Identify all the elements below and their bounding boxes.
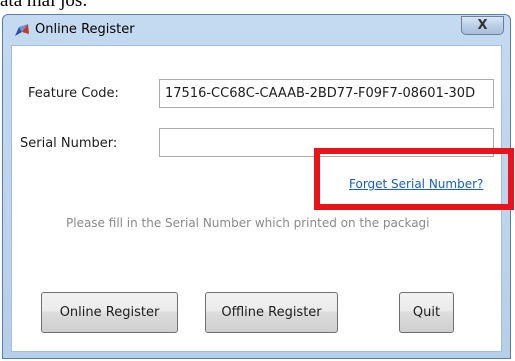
close-button[interactable]: X: [461, 16, 504, 35]
feature-code-field[interactable]: 17516-CC68C-CAAAB-2BD77-F09F7-08601-30D: [159, 79, 494, 108]
annotation-highlight-box: [314, 148, 514, 210]
app-icon: [15, 24, 29, 36]
background-caption-text: ata mai jos:: [0, 0, 88, 11]
instruction-text: Please fill in the Serial Number which p…: [66, 216, 430, 230]
close-icon: X: [477, 18, 488, 33]
feature-code-label: Feature Code:: [28, 86, 119, 101]
offline-register-button[interactable]: Offline Register: [205, 292, 338, 333]
title-bar[interactable]: Online Register X: [3, 15, 510, 44]
serial-number-label: Serial Number:: [20, 136, 118, 151]
quit-button[interactable]: Quit: [399, 292, 454, 333]
online-register-button[interactable]: Online Register: [41, 292, 178, 333]
window-title: Online Register: [35, 22, 135, 37]
